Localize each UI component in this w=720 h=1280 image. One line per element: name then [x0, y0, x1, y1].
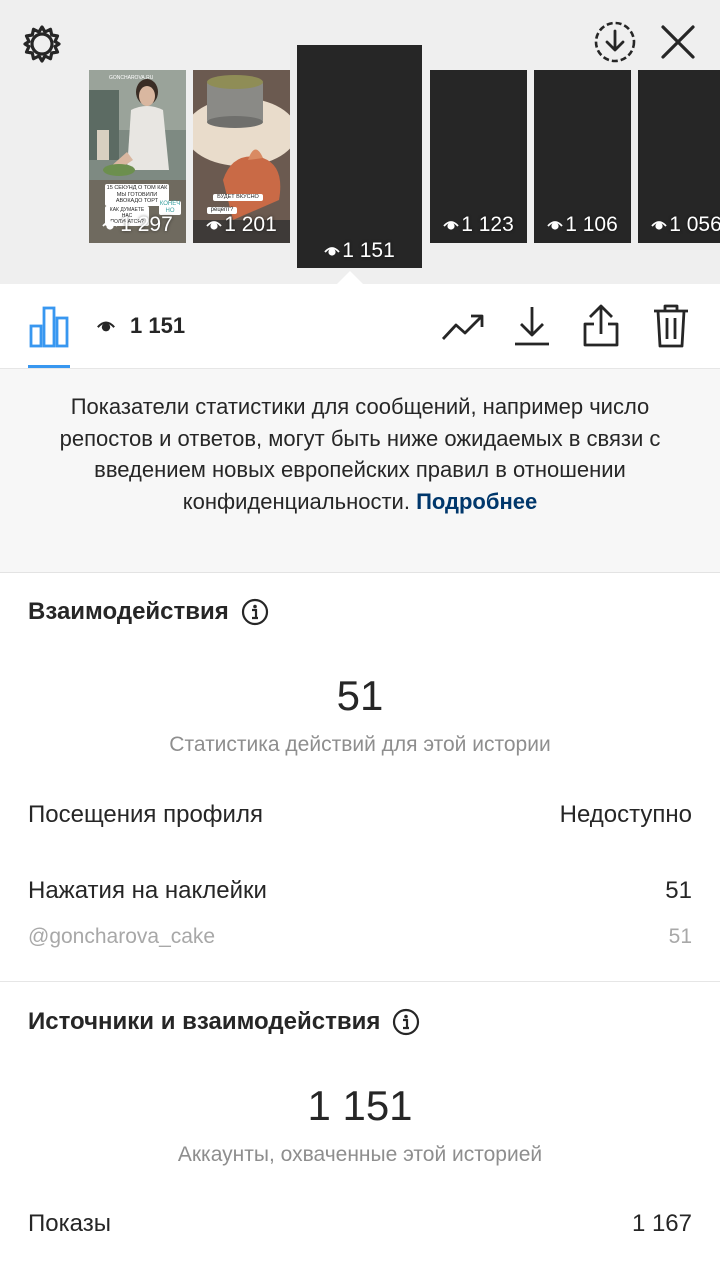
info-icon[interactable]: [392, 1008, 420, 1036]
thumbnail-views: 1 297: [89, 213, 186, 237]
eye-icon: [443, 221, 459, 231]
reach-total: 1 151: [307, 1082, 413, 1129]
download-circle-icon[interactable]: [591, 18, 639, 66]
story-thumbnail-selected[interactable]: 1 151: [297, 45, 422, 268]
story-thumbnail[interactable]: 1 123: [430, 70, 527, 243]
info-icon[interactable]: [241, 598, 269, 626]
viewers-count-value: 1 151: [130, 313, 186, 338]
profile-visits-label: Посещения профиля: [28, 801, 263, 828]
viewers-count[interactable]: 1 151: [96, 313, 185, 339]
thumbnail-views: 1 151: [297, 239, 422, 263]
section-divider: [0, 981, 720, 982]
eye-icon: [324, 247, 340, 257]
story-thumbnail[interactable]: GONCHAROVA.RU 15 СЕКУНД О ТОМ КАК МЫ ГОТ…: [89, 70, 186, 243]
eye-icon: [206, 221, 222, 231]
interactions-subtitle: Статистика действий для этой истории: [169, 733, 551, 756]
eye-icon: [547, 221, 563, 231]
section-title: Источники и взаимодействия: [28, 1008, 381, 1035]
delete-trash-icon[interactable]: [648, 303, 694, 349]
interactions-header: Взаимодействия: [28, 598, 269, 626]
story-caption: БУДЕТ ВКУСНО: [213, 194, 263, 201]
privacy-notice: Показатели статистики для сообщений, нап…: [0, 369, 720, 573]
section-title: Взаимодействия: [28, 598, 229, 625]
share-icon[interactable]: [578, 303, 624, 349]
thumbnail-views: 1 123: [430, 213, 527, 237]
insights-bar-chart-icon[interactable]: [26, 303, 72, 349]
close-icon[interactable]: [656, 20, 700, 64]
trending-up-icon[interactable]: [440, 305, 486, 351]
story-thumbnail[interactable]: БУДЕТ ВКУСНО рецепт? 1 201: [193, 70, 290, 243]
story-thumbnail[interactable]: 1 106: [534, 70, 631, 243]
active-tab-indicator: [28, 365, 70, 368]
reach-subtitle: Аккаунты, охваченные этой историей: [177, 1143, 543, 1166]
download-icon[interactable]: [509, 303, 555, 349]
profile-visits-value: Недоступно: [559, 801, 692, 828]
thumbnail-views: 1 056: [638, 213, 720, 237]
story-carousel: GONCHAROVA.RU 15 СЕКУНД О ТОМ КАК МЫ ГОТ…: [0, 0, 720, 284]
story-thumbnail[interactable]: 1 056: [638, 70, 720, 243]
impressions-value: 1 167: [631, 1210, 692, 1237]
thumbnail-views: 1 106: [534, 213, 631, 237]
sticker-handle[interactable]: @goncharova_cake: [28, 925, 215, 949]
settings-gear-icon[interactable]: [20, 22, 64, 66]
eye-icon: [651, 221, 667, 231]
thumbnail-views: 1 201: [193, 213, 290, 237]
learn-more-link[interactable]: Подробнее: [416, 489, 537, 514]
watermark-text: GONCHAROVA.RU: [109, 75, 154, 81]
discovery-header: Источники и взаимодействия: [28, 1008, 420, 1036]
notice-text: Показатели статистики для сообщений, нап…: [40, 391, 680, 517]
story-toolbar: 1 151: [0, 285, 720, 369]
selected-pointer: [336, 271, 364, 284]
interactions-total: 51: [336, 672, 384, 719]
sticker-taps-label: Нажатия на наклейки: [28, 877, 267, 904]
sticker-handle-value: 51: [668, 925, 692, 948]
sticker-taps-value: 51: [665, 877, 692, 904]
impressions-label: Показы: [28, 1210, 111, 1237]
eye-icon: [97, 321, 115, 332]
notice-body: Показатели статистики для сообщений, нап…: [59, 394, 661, 514]
eye-icon: [102, 221, 118, 231]
